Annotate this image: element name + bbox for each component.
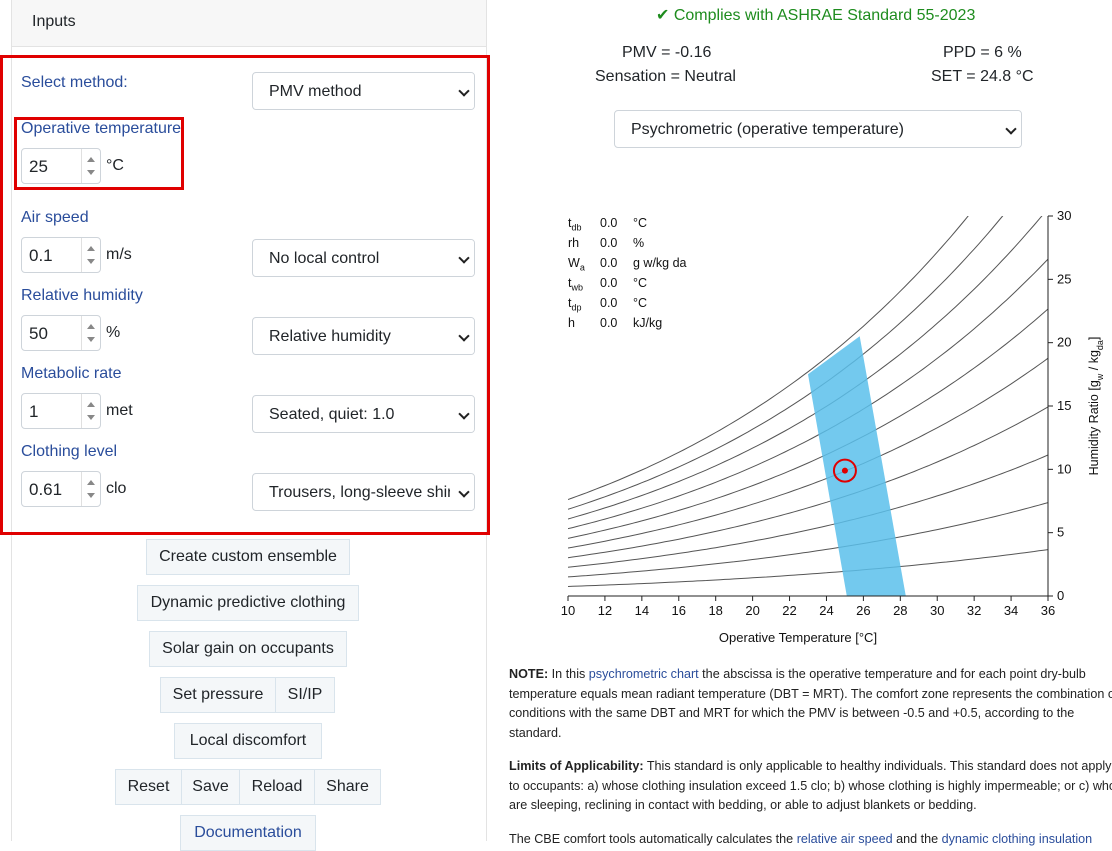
activity-select[interactable]: Seated, quiet: 1.0 [252,395,475,433]
documentation-button[interactable]: Documentation [180,815,316,851]
compliance-message: ✔ Complies with ASHRAE Standard 55-2023 [656,7,976,24]
create-custom-ensemble-button[interactable]: Create custom ensemble [146,539,350,575]
local-discomfort-button[interactable]: Local discomfort [174,723,322,759]
air-speed-control-select[interactable]: No local control [252,239,475,277]
comfort-zone [808,336,906,596]
set-value: SET = 24.8 °C [931,68,1034,85]
x-tick-label: 34 [1004,603,1018,618]
relative-humidity-label: Relative humidity [21,287,143,304]
clothing-level-label: Clothing level [21,443,118,460]
metabolic-rate-input[interactable]: 1 [21,393,101,429]
air-speed-input[interactable]: 0.1 [21,237,101,273]
x-tick-label: 20 [745,603,759,618]
clothing-level-unit: clo [106,480,127,497]
relative-air-speed-link[interactable]: relative air speed [797,832,893,846]
rh-curve [568,357,1048,549]
cbe-paragraph: The CBE comfort tools automatically calc… [509,832,1093,846]
relative-humidity-input[interactable]: 50 [21,315,101,351]
y-tick-label: 0 [1057,588,1064,603]
x-tick-label: 32 [967,603,981,618]
method-select[interactable]: PMV method [252,72,475,110]
current-condition-point [841,467,848,474]
y-axis-label: Humidity Ratio [gw / kgda] [1087,337,1105,476]
metabolic-rate-label: Metabolic rate [21,365,122,382]
y-tick-label: 30 [1057,208,1071,223]
psychrometric-chart[interactable]: 10 12 14 16 18 20 22 24 26 28 30 32 34 360 5 10 15 20 25 30… [500,200,1112,660]
air-speed-unit: m/s [106,246,132,263]
reload-button[interactable]: Reload [239,769,315,805]
limits-paragraph: Limits of Applicability: This standard i… [509,759,1112,812]
x-tick-label: 26 [856,603,870,618]
clothing-level-input[interactable]: 0.61 [21,471,101,507]
chart-type-select[interactable]: Psychrometric (operative temperature) [614,110,1022,148]
y-tick-label: 15 [1057,398,1071,413]
reset-button[interactable]: Reset [115,769,182,805]
operative-temperature-unit: °C [106,157,124,174]
x-tick-label: 30 [930,603,944,618]
sensation-value: Sensation = Neutral [595,68,736,85]
x-tick-label: 16 [672,603,686,618]
x-axis-label: Operative Temperature [°C] [719,630,877,645]
x-tick-label: 12 [598,603,612,618]
inputs-header: Inputs [12,0,486,47]
y-tick-label: 25 [1057,271,1071,286]
y-tick-label: 5 [1057,525,1064,540]
y-tick-label: 10 [1057,461,1071,476]
x-tick-label: 18 [708,603,722,618]
x-tick-label: 28 [893,603,907,618]
x-tick-label: 24 [819,603,833,618]
y-tick-label: 20 [1057,335,1071,350]
relative-humidity-unit: % [106,324,121,341]
rh-curve [568,308,1048,539]
humidity-type-select[interactable]: Relative humidity [252,317,475,355]
set-pressure-button[interactable]: Set pressure [160,677,276,713]
clothing-ensemble-select[interactable]: Trousers, long-sleeve shirt [252,473,475,511]
inputs-title: Inputs [32,13,76,30]
rh-curve [568,216,1043,520]
rh-curve [568,549,1048,587]
metabolic-rate-unit: met [106,402,133,419]
operative-temperature-label: Operative temperature [21,120,182,137]
rh-curve [568,502,1048,578]
number-spinner[interactable] [81,394,100,428]
rh-curve [568,454,1048,568]
dynamic-clothing-link[interactable]: dynamic clothing insulation [942,832,1093,846]
rh-curve [568,258,1048,530]
ppd-value: PPD = 6 % [943,44,1022,61]
number-spinner[interactable] [81,149,100,183]
number-spinner[interactable] [81,472,100,506]
air-speed-label: Air speed [21,209,89,226]
x-tick-label: 14 [635,603,649,618]
rh-curve [568,216,969,500]
solar-gain-button[interactable]: Solar gain on occupants [149,631,347,667]
number-spinner[interactable] [81,238,100,272]
note-paragraph: NOTE: In this psychrometric chart the ab… [509,667,1112,740]
dynamic-predictive-clothing-button[interactable]: Dynamic predictive clothing [137,585,359,621]
x-tick-label: 10 [561,603,575,618]
rh-curve [568,406,1048,559]
pmv-value: PMV = -0.16 [622,44,712,61]
operative-temperature-input[interactable]: 25 [21,148,101,184]
number-spinner[interactable] [81,316,100,350]
select-method-label: Select method: [21,74,128,91]
save-button[interactable]: Save [181,769,240,805]
share-button[interactable]: Share [314,769,381,805]
psychrometric-chart-link[interactable]: psychrometric chart [589,667,699,681]
x-tick-label: 36 [1041,603,1055,618]
x-tick-label: 22 [782,603,796,618]
si-ip-button[interactable]: SI/IP [275,677,335,713]
